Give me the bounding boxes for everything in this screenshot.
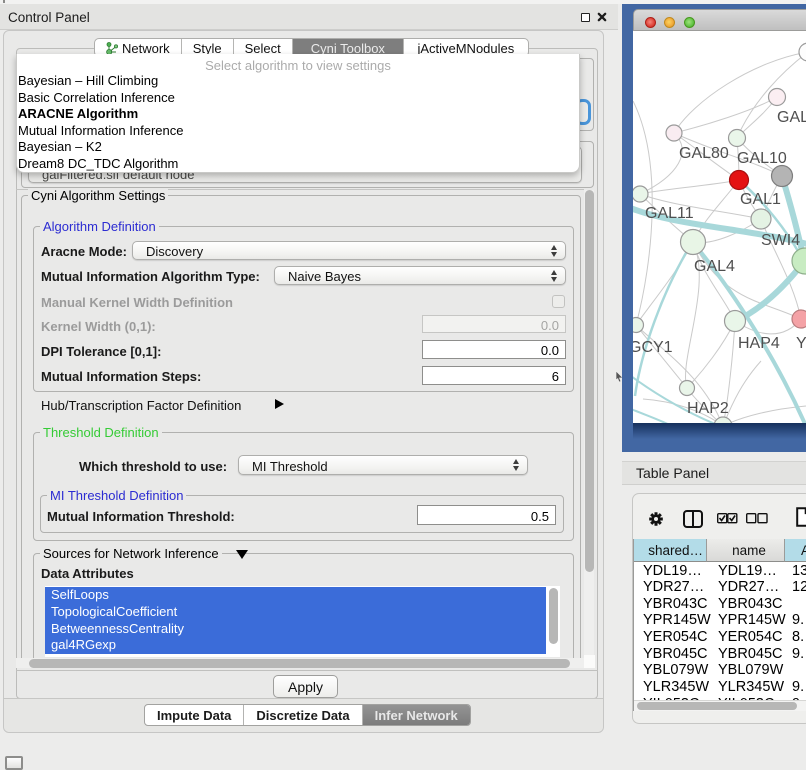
svg-text:GCY1: GCY1	[633, 339, 673, 356]
svg-text:YE: YE	[796, 335, 806, 352]
svg-text:GAL7: GAL7	[777, 109, 806, 126]
svg-text:GAL4: GAL4	[694, 258, 735, 275]
svg-text:HAP4: HAP4	[738, 335, 780, 352]
svg-text:GAL10: GAL10	[737, 150, 787, 167]
svg-text:GAL80: GAL80	[679, 145, 729, 162]
svg-text:SWI4: SWI4	[761, 232, 800, 249]
svg-text:GAL11: GAL11	[645, 205, 694, 222]
svg-text:HAP2: HAP2	[687, 400, 729, 417]
svg-text:GAL1: GAL1	[740, 191, 781, 208]
